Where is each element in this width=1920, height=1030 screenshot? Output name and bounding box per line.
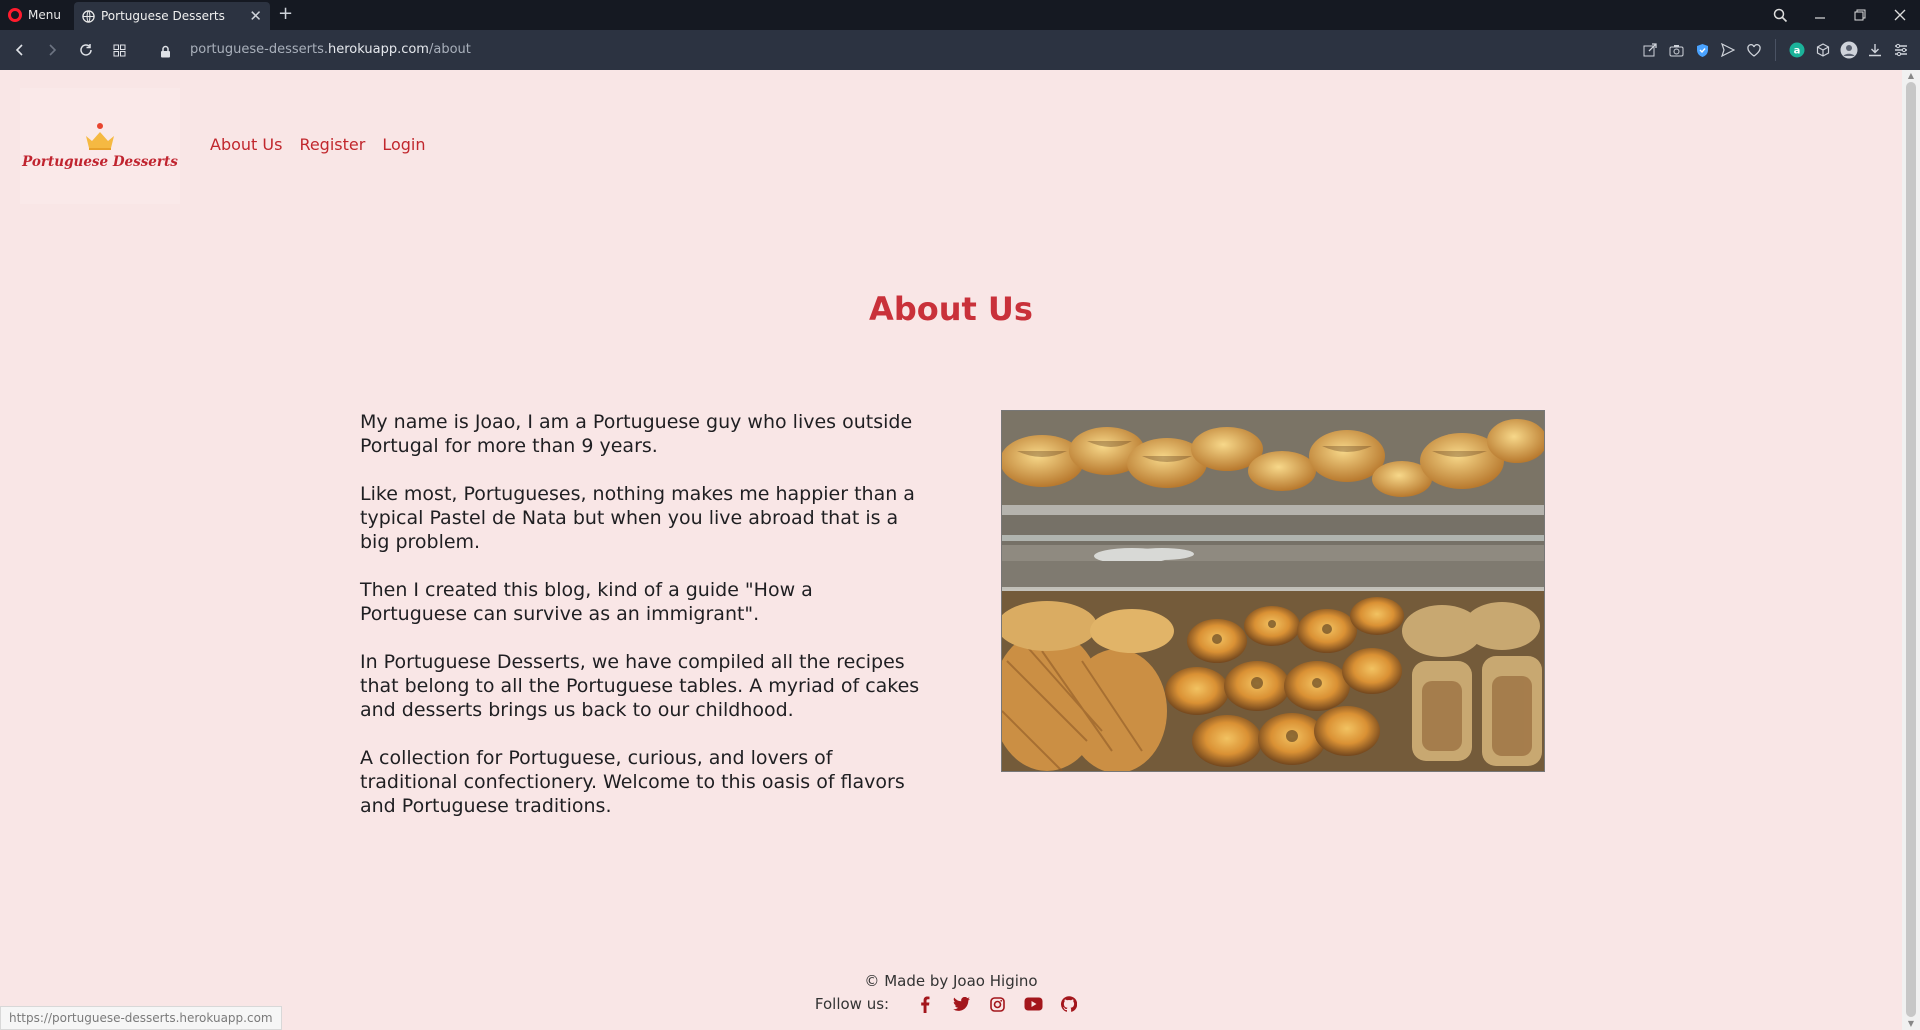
url-prefix: portuguese-desserts. — [190, 42, 328, 57]
github-icon[interactable] — [1051, 996, 1087, 1012]
opera-logo-icon — [8, 8, 22, 22]
svg-text:a: a — [1794, 46, 1801, 57]
nav-link-about-us[interactable]: About Us — [210, 135, 282, 154]
heart-icon[interactable] — [1745, 41, 1763, 59]
site-header: Portuguese Desserts About Us Register Lo… — [0, 70, 1902, 212]
about-paragraph: In Portuguese Desserts, we have compiled… — [360, 651, 920, 721]
profile-avatar-icon[interactable] — [1840, 41, 1858, 59]
page-title: About Us — [869, 290, 1033, 328]
facebook-icon[interactable] — [907, 995, 943, 1013]
window-close-icon[interactable] — [1880, 9, 1920, 21]
nav-link-register[interactable]: Register — [299, 135, 365, 154]
url-field[interactable]: portuguese-desserts.herokuapp.com/about — [190, 42, 471, 57]
browser-menu-label: Menu — [28, 8, 61, 22]
about-paragraph: Then I created this blog, kind of a guid… — [360, 579, 813, 625]
browser-menu-button[interactable]: Menu — [8, 0, 61, 30]
instagram-icon[interactable] — [979, 996, 1015, 1012]
crown-cupcake-icon — [86, 123, 114, 150]
browser-tab-active[interactable]: Portuguese Desserts ✕ — [74, 2, 270, 30]
page-content: Portuguese Desserts About Us Register Lo… — [0, 70, 1902, 1030]
footer-credit: © Made by Joao Higino — [864, 972, 1038, 990]
toolbar-separator — [1775, 39, 1776, 61]
extensions-cube-icon[interactable] — [1814, 41, 1832, 59]
back-arrow-icon[interactable] — [10, 40, 30, 60]
main-nav: About Us Register Login — [210, 135, 425, 154]
minimize-icon[interactable] — [1800, 9, 1840, 21]
about-text: My name is Joao, I am a Portuguese guy w… — [360, 410, 920, 842]
twitter-icon[interactable] — [943, 997, 979, 1011]
nav-link-login[interactable]: Login — [382, 135, 425, 154]
browser-tab-bar: Menu Portuguese Desserts ✕ + — [0, 0, 1920, 30]
adblock-shield-icon[interactable] — [1693, 41, 1711, 59]
globe-icon — [82, 9, 95, 23]
reload-icon[interactable] — [76, 40, 96, 60]
url-path: /about — [428, 42, 471, 57]
new-tab-button[interactable]: + — [278, 3, 293, 24]
tab-close-icon[interactable]: ✕ — [249, 7, 262, 25]
tab-title: Portuguese Desserts — [101, 9, 225, 23]
scroll-down-arrow-icon[interactable]: ▼ — [1906, 1020, 1916, 1028]
browser-search-icon[interactable] — [1760, 8, 1800, 23]
speed-dial-grid-icon[interactable] — [109, 40, 129, 60]
pastry-display-photo — [1001, 410, 1545, 772]
extension-a-icon[interactable]: a — [1788, 41, 1806, 59]
page-scrollbar[interactable]: ▲ ▼ — [1902, 70, 1920, 1030]
easy-setup-icon[interactable] — [1892, 41, 1910, 59]
camera-icon[interactable] — [1667, 41, 1685, 59]
follow-us-label: Follow us: — [814, 995, 890, 1013]
site-footer: © Made by Joao Higino Follow us: — [0, 972, 1902, 1013]
status-bar-url: https://portuguese-desserts.herokuapp.co… — [0, 1006, 282, 1030]
send-icon[interactable] — [1719, 41, 1737, 59]
follow-us-row: Follow us: — [0, 995, 1902, 1013]
window-controls — [1760, 0, 1920, 30]
share-icon[interactable] — [1641, 41, 1659, 59]
about-paragraph: A collection for Portuguese, curious, an… — [360, 747, 905, 817]
scroll-up-arrow-icon[interactable]: ▲ — [1906, 72, 1916, 80]
download-icon[interactable] — [1866, 41, 1884, 59]
scrollbar-thumb[interactable] — [1906, 82, 1916, 1017]
toolbar-icons: a — [1641, 30, 1920, 70]
forward-arrow-icon[interactable] — [42, 40, 62, 60]
url-domain: herokuapp.com — [327, 42, 429, 57]
about-paragraph: Like most, Portugueses, nothing makes me… — [360, 483, 915, 553]
logo-text: Portuguese Desserts — [22, 154, 178, 170]
browser-address-bar: portuguese-desserts.herokuapp.com/about … — [0, 30, 1920, 70]
site-logo[interactable]: Portuguese Desserts — [20, 88, 180, 204]
restore-icon[interactable] — [1840, 9, 1880, 21]
lock-icon[interactable] — [160, 43, 171, 62]
about-paragraph: My name is Joao, I am a Portuguese guy w… — [360, 411, 913, 457]
youtube-icon[interactable] — [1015, 997, 1051, 1011]
